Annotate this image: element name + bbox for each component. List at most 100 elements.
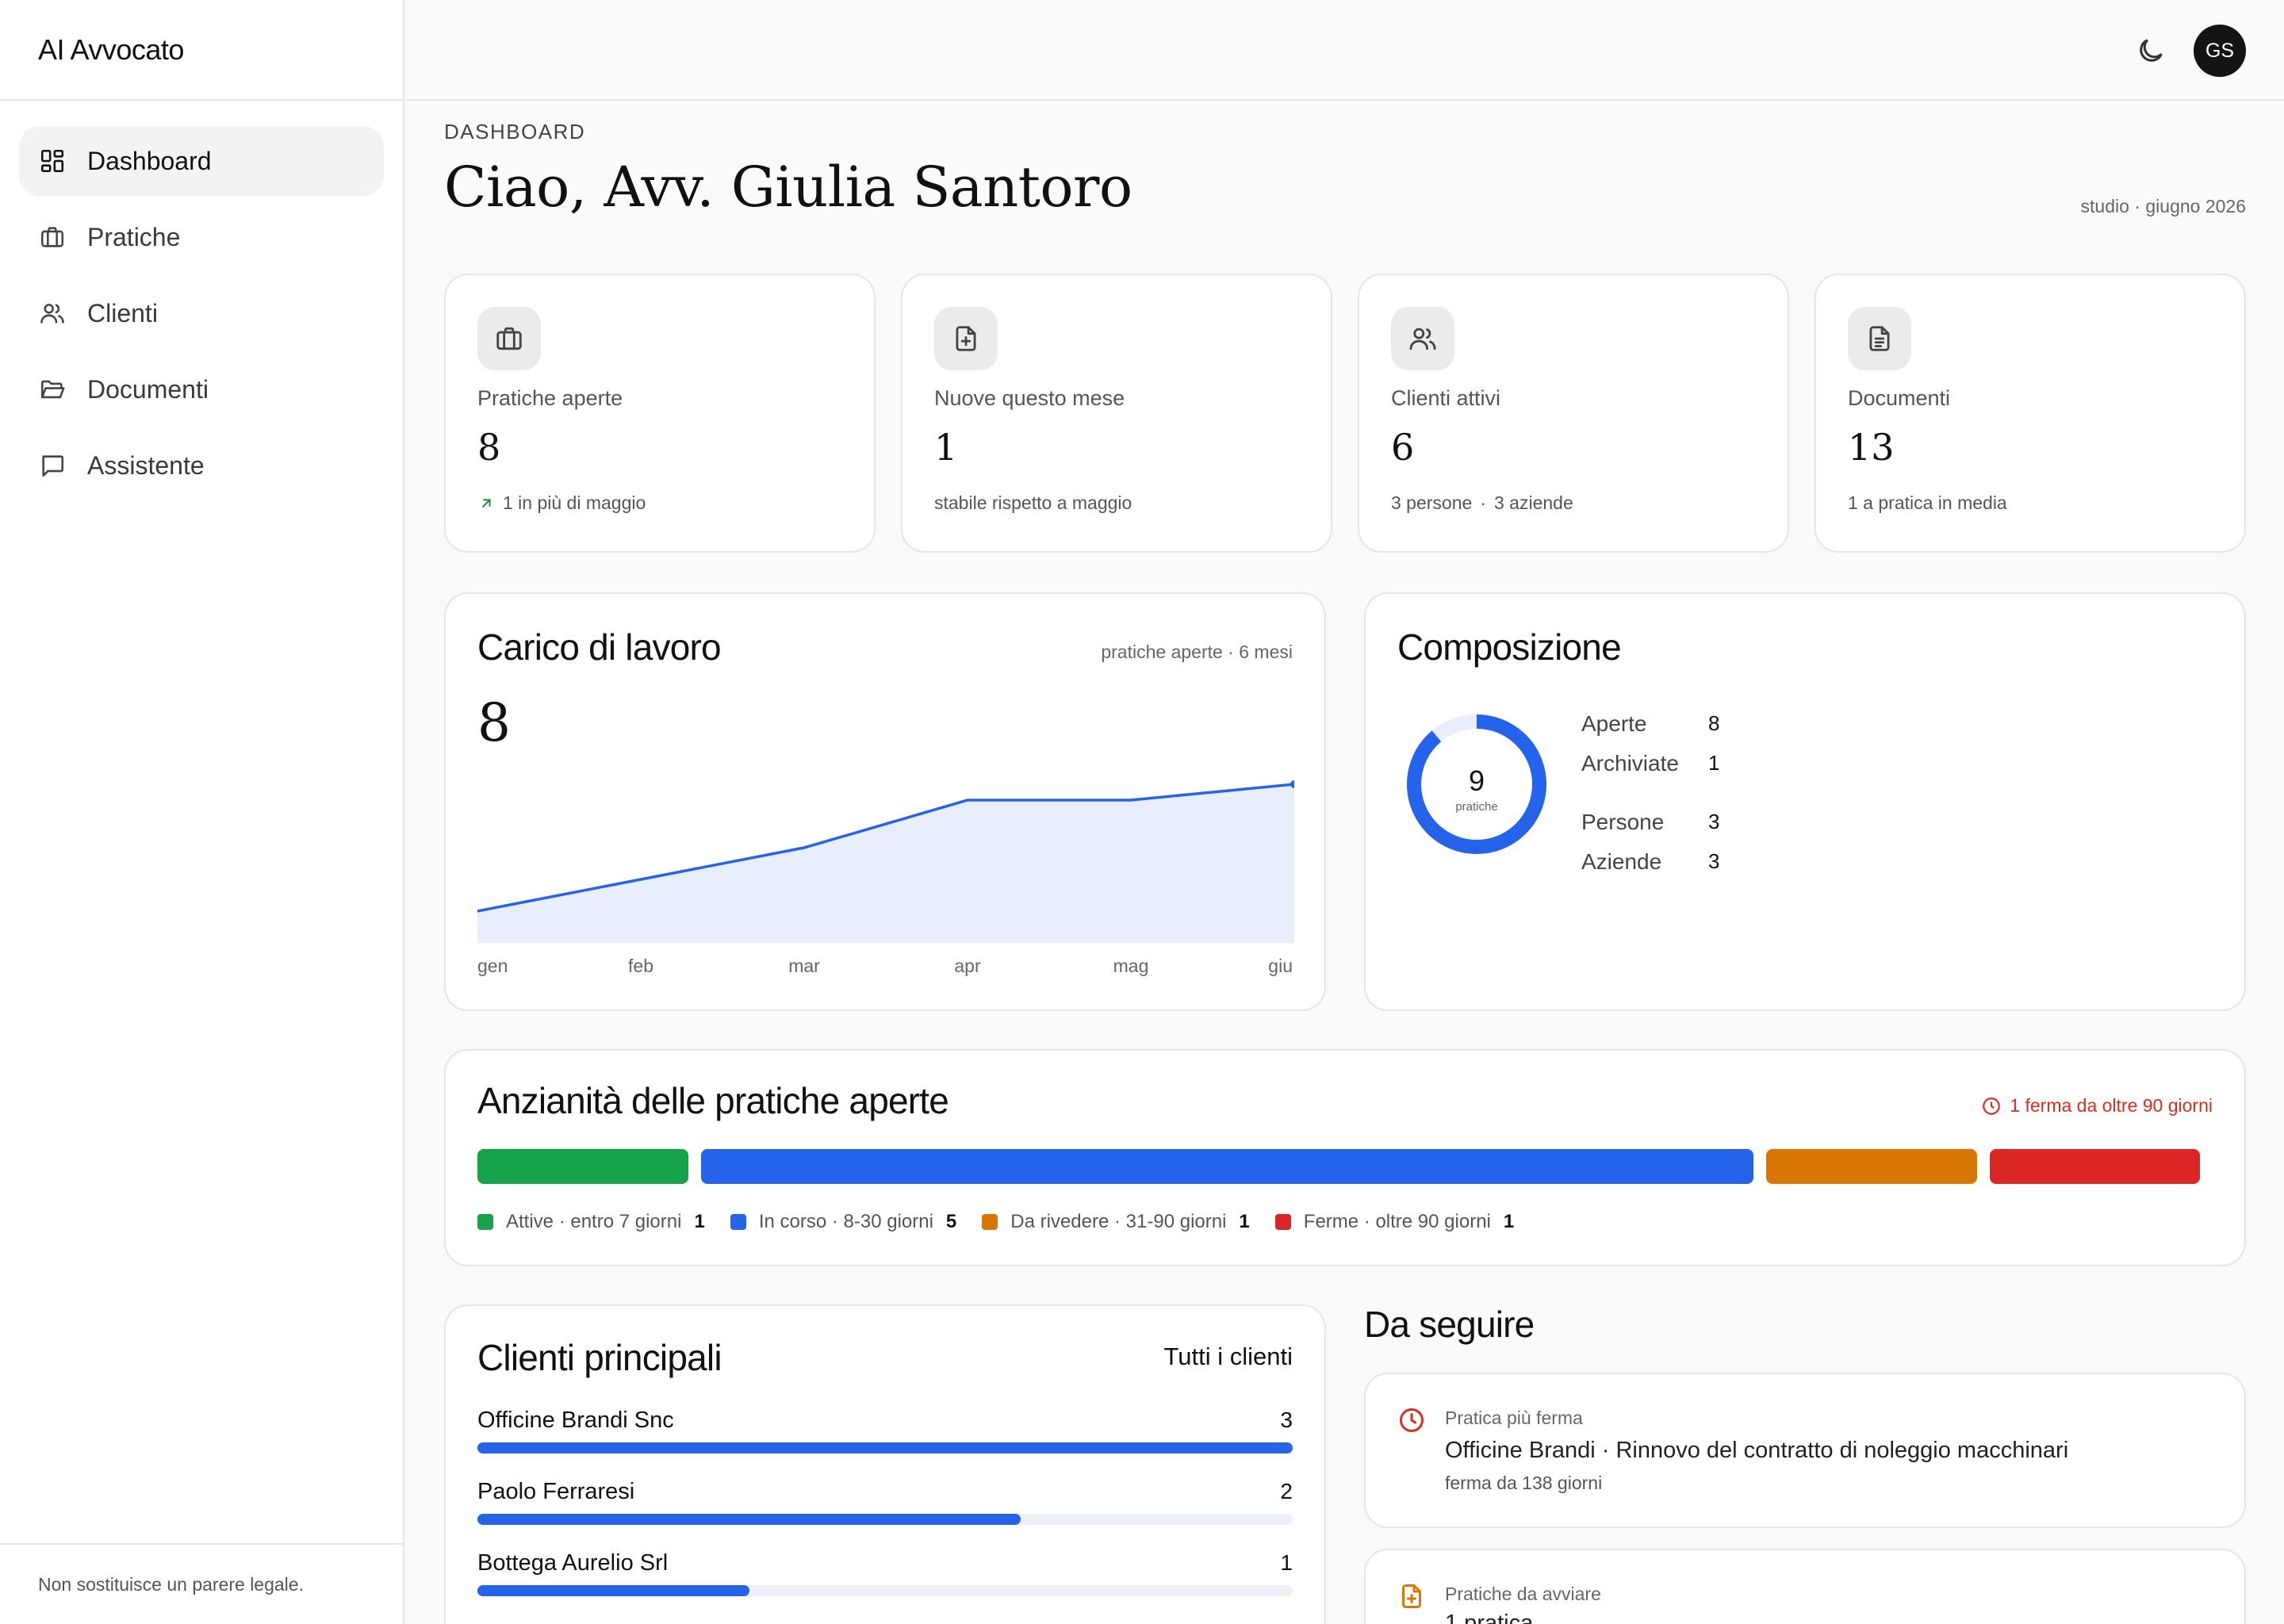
aging-segment-1 bbox=[700, 1149, 1753, 1184]
sidebar-item-label: Assistente bbox=[87, 450, 205, 480]
aging-legend-da-rivedere: Da rivedere · 31-90 giorni 1 bbox=[982, 1211, 1250, 1233]
legend-range: 8-30 giorni bbox=[843, 1211, 933, 1232]
legend-swatch bbox=[477, 1214, 493, 1230]
follow-main: Officine Brandi · Rinnovo del contratto … bbox=[1445, 1438, 2069, 1463]
sidebar-item-pratiche[interactable]: Pratiche bbox=[19, 202, 384, 272]
aging-warning: 1 ferma da oltre 90 giorni bbox=[1981, 1095, 2213, 1116]
legend-name: Attive bbox=[506, 1211, 554, 1232]
row-value: 1 bbox=[1708, 751, 1720, 775]
legend-count: 1 bbox=[1239, 1211, 1250, 1232]
aging-card: Anzianità delle pratiche aperte 1 ferma … bbox=[444, 1049, 2246, 1266]
aging-segment-3 bbox=[1989, 1149, 2200, 1184]
sidebar: AI Avvocato Dashboard Pratiche Clienti D… bbox=[0, 0, 404, 1624]
file-plus-icon bbox=[1397, 1582, 1426, 1611]
client-row[interactable]: Paolo Ferraresi 2 bbox=[477, 1479, 1293, 1525]
legend-swatch bbox=[1274, 1214, 1291, 1230]
workload-chart bbox=[477, 780, 1294, 943]
sidebar-item-clienti[interactable]: Clienti bbox=[19, 278, 384, 348]
app-title: AI Avvocato bbox=[0, 0, 403, 101]
row-label: Persone bbox=[1581, 810, 1665, 834]
legend-count: 1 bbox=[694, 1211, 705, 1232]
composition-row-aperte: Aperte 8 bbox=[1581, 711, 1719, 737]
composition-card: Composizione 9 pratiche Aperte 8 Archivia… bbox=[1364, 592, 2246, 1011]
aging-warning-text: 1 ferma da oltre 90 giorni bbox=[2010, 1095, 2213, 1116]
x-tick-label: mag bbox=[1113, 956, 1149, 976]
users-icon bbox=[1391, 307, 1454, 370]
sidebar-item-dashboard[interactable]: Dashboard bbox=[19, 126, 384, 196]
client-count: 1 bbox=[1280, 1550, 1293, 1575]
workload-area bbox=[477, 784, 1294, 943]
folder-icon bbox=[38, 375, 67, 404]
donut-total: 9 bbox=[1469, 764, 1485, 797]
stat-label: Nuove questo mese bbox=[934, 386, 1125, 410]
studio-label: studio bbox=[2080, 196, 2129, 216]
all-clients-link[interactable]: Tutti i clienti bbox=[1163, 1342, 1293, 1371]
dashboard-icon bbox=[38, 147, 67, 175]
stat-value: 13 bbox=[1848, 426, 1895, 469]
client-name: Paolo Ferraresi bbox=[477, 1479, 635, 1504]
follow-kicker: Pratiche da avviare bbox=[1445, 1584, 1601, 1604]
workload-meta-range: 6 mesi bbox=[1239, 642, 1293, 662]
legend-count: 1 bbox=[1503, 1211, 1515, 1232]
stat-note-persone: 3 persone bbox=[1391, 492, 1473, 513]
aging-legend-ferme: Ferme · oltre 90 giorni 1 bbox=[1274, 1211, 1515, 1233]
follow-item-to-start[interactable]: Pratiche da avviare 1 pratica bbox=[1364, 1549, 2246, 1624]
stat-value: 6 bbox=[1391, 426, 1415, 469]
avatar[interactable]: GS bbox=[2194, 25, 2246, 77]
stat-note-text: 1 in più di maggio bbox=[503, 492, 646, 513]
client-name: Bottega Aurelio Srl bbox=[477, 1550, 669, 1576]
client-bar-fill bbox=[477, 1585, 749, 1596]
stat-note: 1 in più di maggio bbox=[477, 492, 646, 514]
row-value: 3 bbox=[1708, 849, 1720, 873]
stat-note: 1 a pratica in media bbox=[1848, 492, 2007, 513]
client-row[interactable]: Bottega Aurelio Srl 1 bbox=[477, 1550, 1293, 1596]
row-label: Archiviate bbox=[1581, 751, 1679, 776]
client-bar-track bbox=[477, 1585, 1293, 1596]
stat-value: 1 bbox=[934, 426, 958, 469]
row-value: 8 bbox=[1708, 711, 1720, 735]
x-tick-label: gen bbox=[477, 956, 508, 976]
donut-total-label: pratiche bbox=[1455, 800, 1497, 814]
composition-row-archiviate: Archiviate 1 bbox=[1581, 751, 1719, 776]
aging-legend: Attive · entro 7 giorni 1 In corso · 8-30… bbox=[477, 1211, 1539, 1233]
x-tick-label: mar bbox=[788, 956, 820, 976]
sidebar-item-assistente[interactable]: Assistente bbox=[19, 431, 384, 500]
workload-value: 8 bbox=[477, 692, 511, 753]
legend-swatch bbox=[730, 1214, 746, 1230]
row-label: Aziende bbox=[1581, 849, 1662, 874]
sidebar-nav: Dashboard Pratiche Clienti Documenti Ass… bbox=[0, 101, 403, 532]
document-icon bbox=[1848, 307, 1911, 370]
briefcase-icon bbox=[38, 223, 67, 251]
follow-item-stalled[interactable]: Pratica più ferma Officine Brandi · Rinn… bbox=[1364, 1373, 2246, 1528]
stat-note-aziende: 3 aziende bbox=[1493, 492, 1573, 513]
x-tick-label: apr bbox=[954, 956, 981, 976]
stat-card-documenti: Documenti 13 1 a pratica in media bbox=[1815, 274, 2246, 553]
client-bar-track bbox=[477, 1514, 1293, 1525]
client-bar-fill bbox=[477, 1514, 1021, 1525]
stat-label: Pratiche aperte bbox=[477, 386, 623, 410]
legend-range: 31-90 giorni bbox=[1125, 1211, 1227, 1232]
client-row[interactable]: Officine Brandi Snc 3 bbox=[477, 1408, 1293, 1454]
period-label: giugno 2026 bbox=[2145, 196, 2246, 216]
file-plus-icon bbox=[934, 307, 998, 370]
briefcase-icon bbox=[477, 307, 541, 370]
sidebar-item-documenti[interactable]: Documenti bbox=[19, 354, 384, 424]
composition-title: Composizione bbox=[1397, 626, 1622, 668]
workload-meta: pratiche aperte · 6 mesi bbox=[1101, 642, 1293, 662]
composition-row-persone: Persone 3 bbox=[1581, 810, 1719, 835]
stat-note: 3 persone · 3 aziende bbox=[1391, 492, 1573, 513]
legend-name: In corso bbox=[758, 1211, 827, 1232]
sidebar-item-label: Clienti bbox=[87, 298, 158, 327]
moon-icon[interactable] bbox=[2135, 35, 2167, 67]
page-eyebrow: DASHBOARD bbox=[444, 120, 586, 144]
clock-icon bbox=[1983, 1097, 2001, 1115]
aging-title: Anzianità delle pratiche aperte bbox=[477, 1080, 949, 1121]
legend-range: entro 7 giorni bbox=[570, 1211, 682, 1232]
legend-count: 5 bbox=[945, 1211, 957, 1232]
clients-card: Clienti principali Tutti i clienti Offic… bbox=[444, 1304, 1326, 1624]
arrow-up-right-icon bbox=[481, 498, 491, 508]
composition-row-aziende: Aziende 3 bbox=[1581, 849, 1719, 875]
chat-icon bbox=[38, 451, 67, 480]
aging-segment-2 bbox=[1766, 1149, 1977, 1184]
x-tick-label: giu bbox=[1268, 956, 1293, 976]
